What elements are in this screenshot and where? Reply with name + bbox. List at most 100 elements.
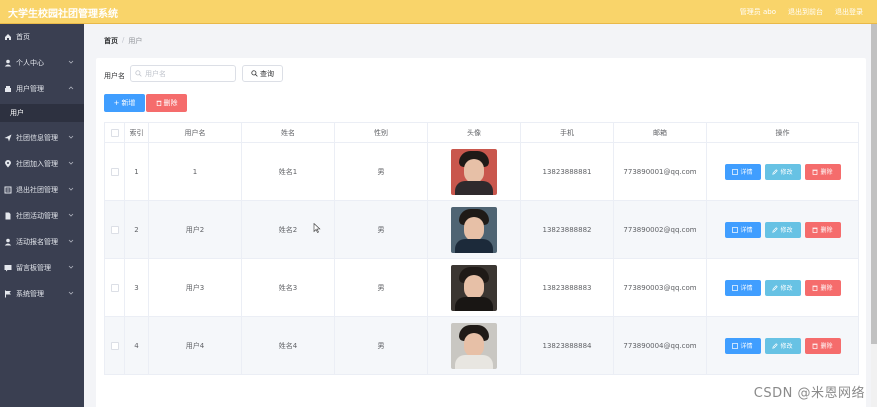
search-icon [135, 70, 142, 77]
column-header: 手机 [520, 122, 614, 143]
batch-delete-button[interactable]: 删除 [146, 94, 187, 112]
sidebar-item-club-info[interactable]: 社团信息管理 [0, 128, 84, 148]
chevron-down-icon [68, 60, 74, 64]
row-checkbox[interactable] [110, 283, 119, 292]
chevron-down-icon [68, 161, 74, 165]
content-panel: 用户名 查询 + 新增 删除 索引 用户名 [96, 58, 866, 407]
sidebar-item-user-management[interactable]: 用户管理 [0, 79, 84, 99]
sidebar-item-label: 社团加入管理 [16, 160, 58, 168]
column-header: 头像 [427, 122, 521, 143]
search-input[interactable] [145, 69, 235, 78]
sidebar-item-message-board[interactable]: 留言板管理 [0, 258, 84, 278]
avatar [451, 206, 497, 253]
edit-button[interactable]: 修改 [764, 337, 801, 354]
row-select-cell[interactable] [104, 258, 125, 317]
edit-button[interactable]: 修改 [764, 221, 801, 238]
breadcrumb-home[interactable]: 首页 [104, 36, 118, 46]
cell-email: 773890002@qq.com [613, 200, 707, 259]
sidebar-item-label: 留言板管理 [16, 264, 51, 272]
cell-avatar [427, 142, 521, 201]
detail-button[interactable]: 详情 [724, 337, 761, 354]
sidebar-item-label: 社团信息管理 [16, 134, 58, 142]
edit-button[interactable]: 修改 [764, 279, 801, 296]
edit-button[interactable]: 修改 [764, 163, 801, 180]
detail-button[interactable]: 详情 [724, 279, 761, 296]
sidebar-item-label: 用户管理 [16, 85, 44, 93]
avatar [451, 148, 497, 195]
app-title: 大学生校园社团管理系统 [8, 9, 118, 20]
row-select-cell[interactable] [104, 316, 125, 375]
person-icon [4, 238, 12, 246]
delete-button-label: 删除 [163, 99, 178, 107]
edit-button-label: 修改 [780, 343, 793, 350]
cell-username: 用户2 [148, 200, 242, 259]
chevron-down-icon [68, 291, 74, 295]
remove-button[interactable]: 删除 [804, 221, 841, 238]
list-icon [4, 186, 12, 194]
detail-button-label: 详情 [740, 169, 753, 176]
chevron-down-icon [68, 187, 74, 191]
detail-button[interactable]: 详情 [724, 163, 761, 180]
scrollbar-thumb[interactable] [871, 24, 877, 344]
cell-index: 1 [124, 142, 149, 201]
search-field[interactable] [130, 65, 236, 82]
breadcrumb-current: 用户 [128, 37, 143, 45]
detail-button-label: 详情 [740, 285, 753, 292]
cell-gender: 男 [334, 142, 428, 201]
watermark: CSDN @米恩网络 [753, 386, 865, 401]
admin-user-link[interactable]: 管理员 abo [740, 7, 776, 17]
detail-icon [732, 226, 739, 233]
trash-icon [812, 285, 818, 291]
remove-button[interactable]: 删除 [804, 163, 841, 180]
row-select-cell[interactable] [104, 200, 125, 259]
sidebar-item-label: 个人中心 [16, 59, 44, 67]
select-all-cell[interactable] [104, 122, 125, 143]
flag-icon [4, 290, 12, 298]
sidebar-subitem-user[interactable]: 用户 [0, 104, 84, 122]
sidebar-subitem-label: 用户 [10, 109, 24, 117]
edit-icon [772, 168, 779, 175]
row-checkbox[interactable] [110, 341, 119, 350]
search-label: 用户名 [104, 72, 125, 80]
cell-index: 2 [124, 200, 149, 259]
top-header: 大学生校园社团管理系统 管理员 abo 退出到前台 退出登录 [0, 0, 877, 24]
sidebar-item-club-join[interactable]: 社团加入管理 [0, 154, 84, 174]
add-button[interactable]: + 新增 [104, 94, 145, 112]
remove-button[interactable]: 删除 [804, 337, 841, 354]
cell-actions: 详情 修改 删除 [706, 142, 859, 201]
back-to-frontend-link[interactable]: 退出到前台 [788, 7, 823, 17]
cell-actions: 详情 修改 删除 [706, 258, 859, 317]
logout-link[interactable]: 退出登录 [835, 7, 863, 17]
cell-email: 773890001@qq.com [613, 142, 707, 201]
sidebar-item-profile[interactable]: 个人中心 [0, 53, 84, 73]
table-row: 2 用户2 姓名2 男 13823888882 773890002@qq.com… [104, 200, 859, 259]
sidebar-item-activity-signup[interactable]: 活动报名管理 [0, 232, 84, 252]
query-button[interactable]: 查询 [242, 65, 283, 82]
mouse-cursor-icon [313, 223, 321, 233]
edit-button-label: 修改 [780, 285, 793, 292]
sidebar-item-club-activity[interactable]: 社团活动管理 [0, 206, 84, 226]
sidebar-item-club-exit[interactable]: 退出社团管理 [0, 180, 84, 200]
select-all-checkbox[interactable] [110, 128, 119, 137]
remove-button[interactable]: 删除 [804, 279, 841, 296]
document-icon [4, 212, 12, 220]
send-icon [4, 134, 12, 142]
chevron-down-icon [68, 265, 74, 269]
edit-button-label: 修改 [780, 169, 793, 176]
sidebar-item-system[interactable]: 系统管理 [0, 284, 84, 304]
row-checkbox[interactable] [110, 225, 119, 234]
add-button-label: 新增 [121, 99, 136, 107]
home-icon [4, 33, 12, 41]
detail-button[interactable]: 详情 [724, 221, 761, 238]
row-select-cell[interactable] [104, 142, 125, 201]
cell-email: 773890004@qq.com [613, 316, 707, 375]
sidebar-item-label: 退出社团管理 [16, 186, 58, 194]
search-icon [251, 70, 258, 77]
avatar [451, 264, 497, 311]
sidebar-item-home[interactable]: 首页 [0, 27, 84, 47]
chevron-up-icon [68, 86, 74, 90]
remove-button-label: 删除 [820, 227, 833, 234]
trash-icon [156, 100, 161, 106]
main-content: 首页 / 用户 用户名 查询 + 新增 删除 [84, 24, 877, 407]
row-checkbox[interactable] [110, 167, 119, 176]
